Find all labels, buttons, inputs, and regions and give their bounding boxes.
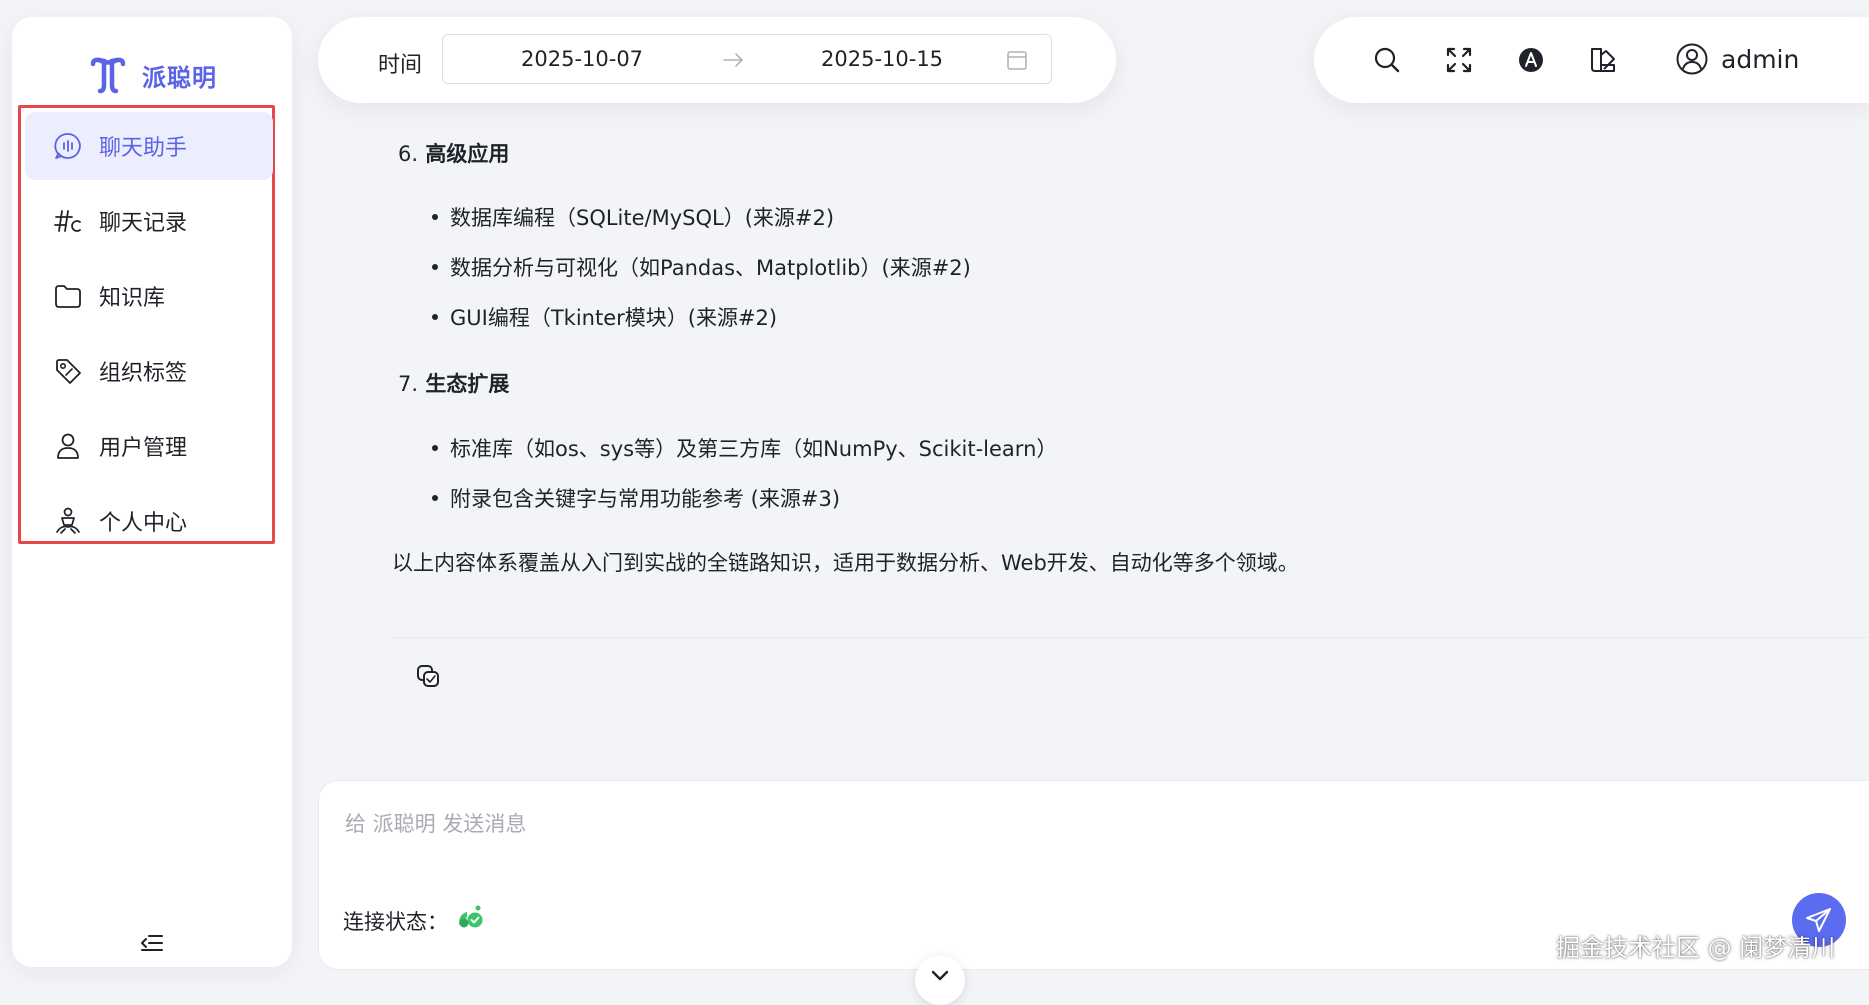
summary-text: 以上内容体系覆盖从入门到实战的全链路知识，适用于数据分析、Web开发、自动化等多…: [392, 551, 1299, 575]
sidebar-item-knowledge-base[interactable]: 知识库: [25, 262, 273, 330]
sidebar: 派聪明 聊天助手 聊天记录 知识库 组织标签 用户管理 个人中心: [12, 17, 292, 967]
date-filter-bar: 时间 2025-10-07 2025-10-15: [318, 17, 1116, 103]
date-start-input[interactable]: 2025-10-07: [521, 47, 643, 71]
list-item: 标准库（如os、sys等）及第三方库（如NumPy、Scikit-learn）: [432, 433, 1057, 463]
user-menu[interactable]: admin: [1675, 42, 1799, 76]
app-name: 派聪明: [142, 63, 217, 92]
user-icon: [57, 433, 79, 459]
calendar-icon[interactable]: [1005, 48, 1029, 72]
sidebar-item-label: 组织标签: [99, 361, 188, 386]
list-item: 数据库编程（SQLite/MySQL）(来源#2): [432, 202, 834, 232]
date-range-picker[interactable]: 2025-10-07 2025-10-15: [442, 34, 1052, 84]
theme-icon[interactable]: [1588, 45, 1618, 75]
sidebar-item-label: 聊天助手: [99, 136, 188, 161]
message-input[interactable]: [343, 803, 1747, 845]
search-icon[interactable]: [1372, 45, 1402, 75]
chevron-down-icon: [931, 970, 949, 981]
sidebar-item-label: 知识库: [99, 286, 166, 311]
language-icon[interactable]: [1516, 45, 1546, 75]
sidebar-item-profile-center[interactable]: 个人中心: [25, 487, 273, 555]
scroll-to-bottom-button[interactable]: [915, 955, 965, 1005]
section-title: 6. 高级应用: [398, 142, 510, 166]
sidebar-item-user-management[interactable]: 用户管理: [25, 412, 273, 480]
fullscreen-icon[interactable]: [1444, 45, 1474, 75]
logo-icon: [90, 57, 126, 94]
username: admin: [1721, 44, 1800, 74]
sidebar-item-label: 个人中心: [99, 511, 188, 536]
date-end-input[interactable]: 2025-10-15: [821, 47, 943, 71]
chat-bubble-icon: [54, 133, 81, 159]
connection-status-label: 连接状态：: [343, 910, 448, 934]
collapse-menu-icon[interactable]: [138, 929, 166, 957]
profile-center-icon: [56, 507, 80, 534]
app-logo[interactable]: 派聪明: [88, 55, 217, 95]
connection-status-icon: [459, 905, 483, 928]
list-item: 数据分析与可视化（如Pandas、Matplotlib）(来源#2): [432, 252, 971, 282]
sidebar-item-label: 用户管理: [99, 436, 188, 461]
user-avatar-icon: [1676, 43, 1708, 75]
sidebar-item-label: 聊天记录: [99, 211, 188, 236]
top-toolbar: admin: [1314, 17, 1869, 103]
arrow-right-icon: [723, 53, 743, 67]
folder-icon: [55, 285, 81, 308]
list-item: 附录包含关键字与常用功能参考 (来源#3): [432, 483, 840, 513]
list-item: GUI编程（Tkinter模块）(来源#2): [432, 302, 777, 332]
sidebar-item-chat-history[interactable]: 聊天记录: [25, 187, 273, 255]
copy-icon[interactable]: [414, 662, 442, 690]
sidebar-item-org-tags[interactable]: 组织标签: [25, 337, 273, 405]
message-divider: [390, 637, 1869, 638]
section-title: 7. 生态扩展: [398, 372, 510, 396]
tag-icon: [56, 359, 81, 384]
history-hash-icon: [54, 210, 81, 232]
sidebar-item-chat-assistant[interactable]: 聊天助手: [25, 112, 273, 180]
watermark: 掘金技术社区 @ 阑梦清川: [1556, 934, 1836, 962]
date-label: 时间: [378, 53, 423, 78]
